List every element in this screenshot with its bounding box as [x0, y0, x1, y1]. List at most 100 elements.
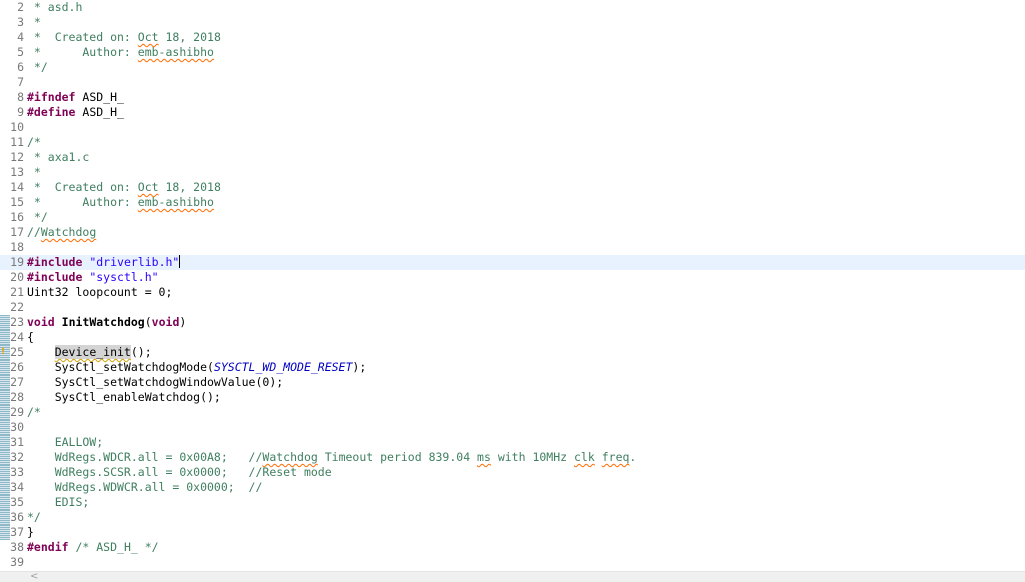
- code-line-35[interactable]: 35 EDIS;: [0, 495, 1025, 510]
- code-line-26[interactable]: 26 SysCtl_setWatchdogMode(SYSCTL_WD_MODE…: [0, 360, 1025, 375]
- line-code: */: [27, 60, 48, 75]
- code-line-33[interactable]: 33 WdRegs.SCSR.all = 0x0000; //Reset mod…: [0, 465, 1025, 480]
- line-code: WdRegs.WDWCR.all = 0x0000; //: [27, 480, 263, 495]
- code-line-10[interactable]: 10: [0, 120, 1025, 135]
- code-line-5[interactable]: 5 * Author: emb-ashibho: [0, 45, 1025, 60]
- code-token: ASD_H_: [75, 105, 124, 119]
- code-line-14[interactable]: 14 * Created on: Oct 18, 2018: [0, 180, 1025, 195]
- code-line-2[interactable]: 2 * asd.h: [0, 0, 1025, 15]
- code-line-25[interactable]: ! 25 Device_init();: [0, 345, 1025, 360]
- code-token: SysCtl_setWatchdogMode(: [27, 360, 214, 374]
- line-code: * axa1.c: [27, 150, 89, 165]
- line-number: 11: [10, 135, 24, 149]
- line-number: 31: [10, 435, 24, 449]
- code-line-29[interactable]: 29/*: [0, 405, 1025, 420]
- line-number: 39: [10, 555, 24, 569]
- code-token: Oct: [137, 30, 159, 44]
- line-number: 9: [17, 105, 24, 119]
- line-code: Uint32 loopcount = 0;: [27, 285, 172, 300]
- code-token: #include: [27, 255, 83, 269]
- code-token: ();: [130, 345, 152, 359]
- code-token: with 10MHz: [490, 450, 574, 464]
- line-code: EDIS;: [27, 495, 90, 510]
- code-line-36[interactable]: 36 */: [0, 510, 1025, 525]
- code-token: //: [27, 225, 41, 239]
- code-token: /*: [27, 405, 41, 419]
- line-code: /*: [27, 135, 41, 150]
- code-line-13[interactable]: 13 *: [0, 165, 1025, 180]
- code-token: /*: [27, 135, 41, 149]
- code-line-8[interactable]: 8 #ifndef ASD_H_: [0, 90, 1025, 105]
- line-number: 7: [17, 75, 24, 89]
- line-number: 14: [10, 180, 24, 194]
- line-code: * Created on: Oct 18, 2018: [27, 30, 221, 45]
- code-line-24[interactable]: 24{: [0, 330, 1025, 345]
- code-token: "sysctl.h": [89, 270, 159, 284]
- code-token: {: [27, 330, 34, 344]
- line-number: 28: [10, 390, 24, 404]
- code-line-16[interactable]: 16 */: [0, 210, 1025, 225]
- line-code: void InitWatchdog(void): [27, 315, 186, 330]
- code-token: #define: [27, 105, 76, 119]
- line-number: 16: [10, 210, 24, 224]
- code-line-27[interactable]: 27 SysCtl_setWatchdogWindowValue(0);: [0, 375, 1025, 390]
- code-line-37[interactable]: 37}: [0, 525, 1025, 540]
- code-line-21[interactable]: 21 Uint32 loopcount = 0;: [0, 285, 1025, 300]
- line-code: {: [27, 330, 34, 345]
- code-line-31[interactable]: 31 EALLOW;: [0, 435, 1025, 450]
- code-line-9[interactable]: 9 #define ASD_H_: [0, 105, 1025, 120]
- line-number: 5: [17, 45, 24, 59]
- code-token: * Created on:: [27, 180, 138, 194]
- code-line-19[interactable]: 19 #include "driverlib.h": [0, 255, 1025, 270]
- line-number: 8: [17, 90, 24, 104]
- code-line-17[interactable]: 17//Watchdog: [0, 225, 1025, 240]
- code-token: #include: [27, 270, 83, 284]
- code-token: WdRegs.WDWCR.all = 0x0000; //: [27, 480, 263, 494]
- line-number: 6: [17, 60, 24, 74]
- horizontal-scrollbar[interactable]: <: [0, 571, 1025, 582]
- line-code: */: [27, 210, 48, 225]
- code-token: void: [27, 315, 55, 329]
- line-number: 33: [10, 465, 24, 479]
- line-code: #ifndef ASD_H_: [27, 90, 124, 105]
- line-number: 26: [10, 360, 24, 374]
- code-token: ms: [477, 450, 491, 464]
- code-line-28[interactable]: 28 SysCtl_enableWatchdog();: [0, 390, 1025, 405]
- code-line-6[interactable]: 6 */: [0, 60, 1025, 75]
- code-line-11[interactable]: 11/*: [0, 135, 1025, 150]
- code-line-39[interactable]: 39: [0, 555, 1025, 570]
- code-editor[interactable]: 2 * asd.h 3 * 4 * Created on: Oct 18, 2018…: [0, 0, 1025, 582]
- code-line-20[interactable]: 20 #include "sysctl.h": [0, 270, 1025, 285]
- code-token: * Author:: [27, 45, 138, 59]
- code-line-23[interactable]: 23 void InitWatchdog(void): [0, 315, 1025, 330]
- line-number: 18: [10, 240, 24, 254]
- code-line-18[interactable]: 18: [0, 240, 1025, 255]
- code-token: *: [27, 165, 41, 179]
- code-line-3[interactable]: 3 *: [0, 15, 1025, 30]
- line-code: EALLOW;: [27, 435, 103, 450]
- code-line-38[interactable]: 38 #endif /* ASD_H_ */: [0, 540, 1025, 555]
- line-number: 10: [10, 120, 24, 134]
- line-code: SysCtl_setWatchdogWindowValue(0);: [27, 375, 284, 390]
- code-token: #endif: [27, 540, 69, 554]
- code-line-30[interactable]: 30: [0, 420, 1025, 435]
- code-token: */: [27, 210, 48, 224]
- code-token: freq: [601, 450, 630, 464]
- code-line-34[interactable]: 34 WdRegs.WDWCR.all = 0x0000; //: [0, 480, 1025, 495]
- line-code: * asd.h: [27, 0, 82, 15]
- code-line-12[interactable]: 12 * axa1.c: [0, 150, 1025, 165]
- code-line-22[interactable]: 22: [0, 300, 1025, 315]
- code-line-32[interactable]: 32 WdRegs.WDCR.all = 0x00A8; //Watchdog …: [0, 450, 1025, 465]
- line-number: 2: [17, 0, 24, 14]
- code-line-4[interactable]: 4 * Created on: Oct 18, 2018: [0, 30, 1025, 45]
- line-number: 32: [10, 450, 24, 464]
- code-token: Watchdog: [40, 225, 97, 239]
- code-line-7[interactable]: 7: [0, 75, 1025, 90]
- line-number: 15: [10, 195, 24, 209]
- code-line-15[interactable]: 15 * Author: emb-ashibho: [0, 195, 1025, 210]
- text-cursor: [179, 255, 181, 268]
- line-code: SysCtl_enableWatchdog();: [27, 390, 221, 405]
